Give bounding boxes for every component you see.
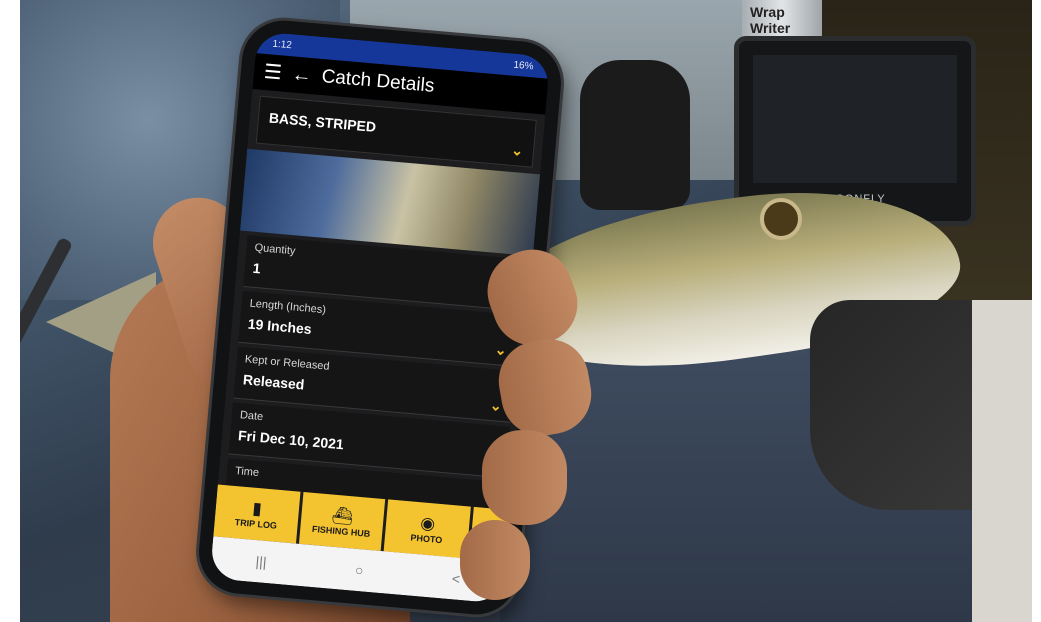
fish-eye: [760, 198, 802, 240]
field-value: Released: [242, 371, 306, 393]
status-battery: 16%: [513, 59, 534, 72]
menu-icon[interactable]: ☰: [263, 61, 283, 84]
boot: [580, 60, 690, 210]
tab-fishing-hub[interactable]: ⛴ FISHING HUB: [298, 491, 386, 551]
finger: [482, 430, 567, 525]
field-label: Quantity: [254, 241, 296, 258]
field-label: Time: [234, 464, 260, 480]
field-value: Fri Dec 10, 2021: [237, 427, 345, 453]
home-icon[interactable]: ○: [354, 562, 364, 579]
page-title: Catch Details: [320, 66, 436, 97]
finger: [460, 520, 530, 600]
chevron-down-icon: ⌄: [510, 141, 524, 159]
recent-apps-icon[interactable]: |||: [255, 553, 267, 570]
tab-label: TRIP LOG: [234, 516, 278, 531]
back-arrow-icon[interactable]: ←: [291, 63, 313, 87]
boat-icon: ⛴: [330, 505, 355, 526]
camera-icon: ◉: [419, 512, 437, 534]
field-value: 19 Inches: [247, 315, 313, 338]
tab-label: PHOTO: [410, 532, 443, 545]
photo-scene: Wrap Writer DRAGONFLY 1:12 16% ☰ ← Catch…: [20, 0, 1032, 622]
sleeve: [972, 300, 1032, 622]
status-time: 1:12: [271, 38, 293, 51]
species-value: BASS, STRIPED: [268, 109, 377, 135]
fish-finder-screen: [753, 55, 957, 183]
tab-photo[interactable]: ◉ PHOTO: [383, 499, 471, 559]
can-label: Wrap Writer: [750, 4, 791, 36]
back-icon[interactable]: <: [451, 570, 461, 587]
tab-label: FISHING HUB: [311, 523, 371, 539]
field-value: 1: [252, 259, 262, 277]
field-label: Length (Inches): [249, 297, 327, 317]
field-label: Date: [239, 409, 264, 424]
field-label: Kept or Released: [244, 353, 331, 373]
tab-trip-log[interactable]: ▮ TRIP LOG: [213, 484, 301, 544]
book-icon: ▮: [251, 498, 263, 518]
